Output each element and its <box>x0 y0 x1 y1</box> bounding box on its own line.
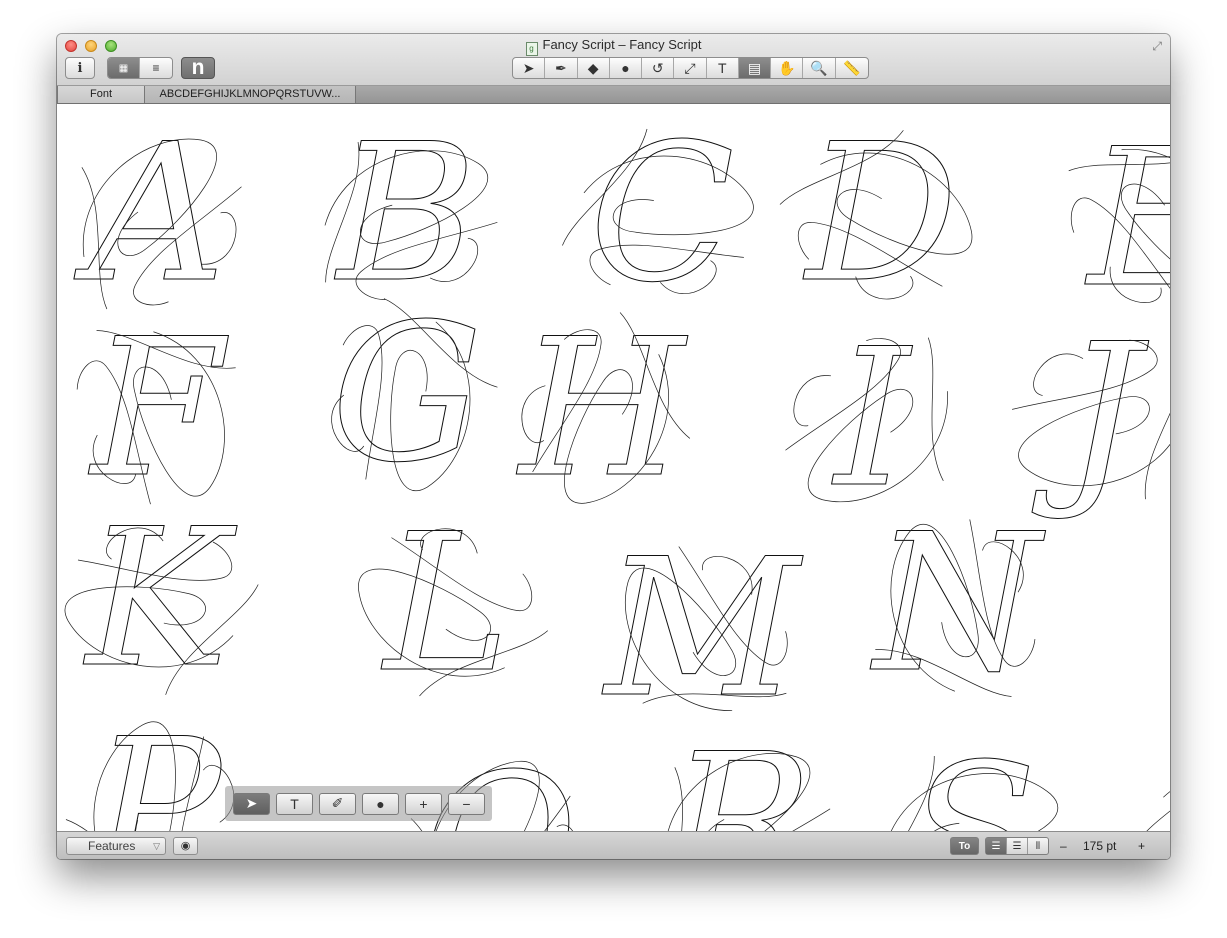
features-label: Features <box>88 839 136 853</box>
document-icon: g <box>525 42 538 56</box>
text-tool-icon[interactable]: T <box>707 58 739 78</box>
measure-tool-icon[interactable]: 📏 <box>836 58 868 78</box>
chevron-down-icon: ▽ <box>153 841 160 851</box>
zoom-value[interactable]: 175 pt <box>1083 839 1116 853</box>
glyph-view-button[interactable]: n <box>181 56 215 79</box>
glyph-s[interactable]: S <box>872 723 1072 831</box>
status-bar: Features ▽ ◉ To ☰ ☰ ⦀ – 175 pt + <box>57 831 1170 859</box>
glyph-l[interactable]: L <box>347 493 549 729</box>
glyph-letter: G <box>331 283 483 504</box>
glyph-flourish-stroke <box>927 337 944 482</box>
pointer-tool-icon[interactable]: ➤ <box>513 58 546 78</box>
window-title: g Fancy Script – Fancy Script <box>57 37 1170 56</box>
info-button[interactable]: i <box>65 57 95 79</box>
glyph-d[interactable]: D <box>779 104 982 339</box>
floating-tool-palette: ➤ T ✐ ● + − <box>225 786 492 821</box>
tool-selector[interactable]: ➤ ✒ ◆ ● ↺ ⤢ T ▤ ✋ 🔍 📏 <box>512 57 869 79</box>
shape-tool-icon[interactable]: ● <box>610 58 643 78</box>
rotate-tool-icon[interactable]: ↺ <box>642 58 675 78</box>
palette-remove-button[interactable]: − <box>448 792 485 815</box>
pen-tool-icon[interactable]: ✒ <box>545 58 578 78</box>
glyph-t[interactable]: T <box>1134 719 1170 831</box>
eraser-tool-icon[interactable]: ◆ <box>578 58 610 78</box>
glyph-letter: R <box>667 713 813 831</box>
palette-pen-button[interactable]: ✐ <box>319 792 356 815</box>
app-window: g Fancy Script – Fancy Script ⤢ i ▦ ≡ n ➤… <box>57 34 1170 859</box>
palette-pointer-button[interactable]: ➤ <box>233 792 270 815</box>
text-options-button[interactable]: To <box>950 837 979 855</box>
glyph-canvas[interactable]: ABCDEFGHIJKLMNPQRST <box>57 104 1170 831</box>
glyph-flourish-stroke <box>1144 361 1170 500</box>
glyph-flourish-stroke <box>1163 770 1170 831</box>
tab-font[interactable]: Font <box>57 86 145 103</box>
view-mode-control[interactable]: ▦ ≡ <box>107 57 173 79</box>
glyph-letter: D <box>803 104 958 324</box>
glyph-k[interactable]: K <box>57 488 259 724</box>
align-left-icon[interactable]: ☰ <box>986 838 1006 854</box>
glyph-letter: C <box>589 104 734 324</box>
glyph-letter: F <box>88 298 229 519</box>
window-title-text: Fancy Script – Fancy Script <box>542 37 702 52</box>
glyph-g[interactable]: G <box>307 283 507 519</box>
glyph-letter: K <box>83 488 238 709</box>
zoom-out-button[interactable]: – <box>1060 839 1067 853</box>
list-view-icon[interactable]: ≡ <box>140 58 172 78</box>
glyph-letter: N <box>870 493 1046 714</box>
glyph-letter: M <box>602 518 804 739</box>
palette-add-button[interactable]: + <box>405 792 442 815</box>
zoom-in-button[interactable]: + <box>1138 839 1145 853</box>
zoom-tool-icon[interactable]: 🔍 <box>803 58 836 78</box>
glyph-letter: H <box>516 298 688 519</box>
alignment-control[interactable]: ☰ ☰ ⦀ <box>985 837 1049 855</box>
glyph-r[interactable]: R <box>642 713 842 831</box>
palette-circle-button[interactable]: ● <box>362 792 399 815</box>
glyph-letter: P <box>90 698 224 831</box>
annotation-tool-icon[interactable]: ▤ <box>738 58 772 78</box>
glyph-letter: E <box>1085 108 1170 329</box>
eye-icon[interactable]: ◉ <box>173 837 198 855</box>
grid-view-icon[interactable]: ▦ <box>108 58 141 78</box>
scale-tool-icon[interactable]: ⤢ <box>674 58 707 78</box>
tab-bar: Font ABCDEFGHIJKLMNOPQRSTUVW... <box>57 86 1170 104</box>
palette-text-button[interactable]: T <box>276 792 313 815</box>
glyph-letter: L <box>381 493 510 714</box>
glyph-flourish-stroke <box>1134 742 1170 831</box>
title-bar: g Fancy Script – Fancy Script ⤢ i ▦ ≡ n ➤… <box>57 34 1170 86</box>
tab-glyph-list[interactable]: ABCDEFGHIJKLMNOPQRSTUVW... <box>145 86 356 103</box>
hand-tool-icon[interactable]: ✋ <box>771 58 804 78</box>
glyph-letter: J <box>1032 303 1149 524</box>
features-popup[interactable]: Features ▽ <box>66 837 166 855</box>
glyph-n[interactable]: N <box>857 493 1057 729</box>
fullscreen-arrows-icon[interactable]: ⤢ <box>1152 39 1162 54</box>
align-right-icon[interactable]: ☰ <box>1006 838 1027 854</box>
justify-icon[interactable]: ⦀ <box>1027 838 1048 854</box>
